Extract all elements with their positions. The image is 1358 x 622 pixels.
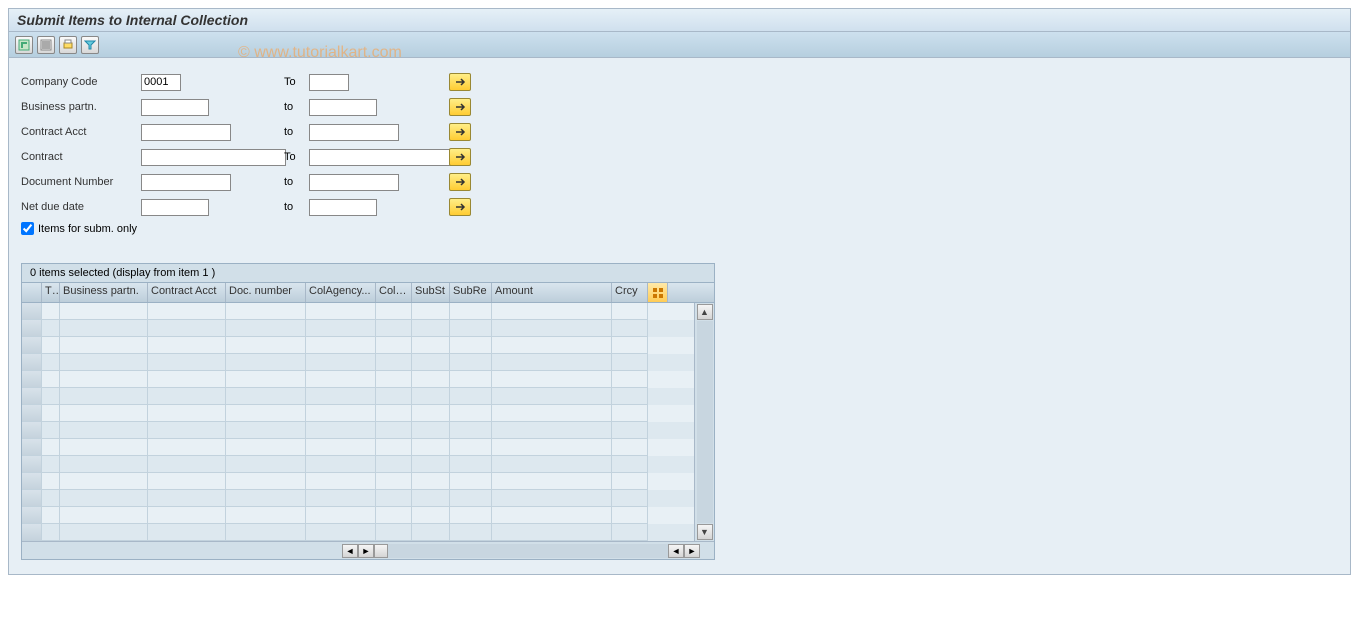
col-subre[interactable]: SubRe	[450, 283, 492, 302]
multi-select-icon[interactable]	[449, 173, 471, 191]
table-row[interactable]	[22, 371, 694, 388]
to-label: to	[284, 176, 309, 188]
selection-form: Company Code To Business partn. to Contr…	[9, 58, 1350, 574]
to-label: to	[284, 101, 309, 113]
table-row[interactable]	[22, 354, 694, 371]
table-row[interactable]	[22, 405, 694, 422]
doc-number-to-input[interactable]	[309, 174, 399, 191]
col-contract-acct[interactable]: Contract Acct	[148, 283, 226, 302]
table-row[interactable]	[22, 303, 694, 320]
company-code-label: Company Code	[21, 76, 141, 88]
table-row[interactable]	[22, 337, 694, 354]
contract-to-input[interactable]	[309, 149, 454, 166]
items-subm-checkbox[interactable]	[21, 222, 34, 235]
col-colagency[interactable]: ColAgency...	[306, 283, 376, 302]
doc-number-input[interactable]	[141, 174, 231, 191]
items-subm-label: Items for subm. only	[38, 223, 137, 235]
net-due-label: Net due date	[21, 201, 141, 213]
col-subst[interactable]: SubSt	[412, 283, 450, 302]
multi-select-icon[interactable]	[449, 73, 471, 91]
grid-config-icon[interactable]	[648, 283, 668, 302]
col-selector[interactable]	[22, 283, 42, 302]
multi-select-icon[interactable]	[449, 148, 471, 166]
table-row[interactable]	[22, 320, 694, 337]
scroll-left-icon[interactable]: ◄	[668, 544, 684, 558]
table-row[interactable]	[22, 388, 694, 405]
net-due-to-input[interactable]	[309, 199, 377, 216]
scroll-down-icon[interactable]: ▼	[697, 524, 713, 540]
filter-icon[interactable]	[81, 36, 99, 54]
table-row[interactable]	[22, 490, 694, 507]
vertical-scrollbar[interactable]: ▲ ▼	[694, 303, 714, 541]
to-label: To	[284, 76, 309, 88]
company-code-input[interactable]	[141, 74, 181, 91]
results-grid: 0 items selected (display from item 1 ) …	[21, 263, 715, 560]
scroll-left-icon[interactable]: ◄	[342, 544, 358, 558]
contract-acct-input[interactable]	[141, 124, 231, 141]
contract-acct-to-input[interactable]	[309, 124, 399, 141]
execute-icon[interactable]	[15, 36, 33, 54]
contract-input[interactable]	[141, 149, 286, 166]
grid-header: Tx Business partn. Contract Acct Doc. nu…	[22, 283, 714, 303]
contract-acct-label: Contract Acct	[21, 126, 141, 138]
table-row[interactable]	[22, 473, 694, 490]
col-tx[interactable]: Tx	[42, 283, 60, 302]
table-row[interactable]	[22, 422, 694, 439]
to-label: to	[284, 201, 309, 213]
multi-select-icon[interactable]	[449, 123, 471, 141]
table-row[interactable]	[22, 507, 694, 524]
scroll-up-icon[interactable]: ▲	[697, 304, 713, 320]
col-doc-number[interactable]: Doc. number	[226, 283, 306, 302]
business-partn-input[interactable]	[141, 99, 209, 116]
business-partn-to-input[interactable]	[309, 99, 377, 116]
to-label: To	[284, 151, 309, 163]
horizontal-scrollbar[interactable]: ◄ ► ◄ ►	[22, 541, 714, 559]
net-due-input[interactable]	[141, 199, 209, 216]
print-icon[interactable]	[59, 36, 77, 54]
scroll-right-icon[interactable]: ►	[684, 544, 700, 558]
multi-select-icon[interactable]	[449, 198, 471, 216]
table-row[interactable]	[22, 439, 694, 456]
list-icon[interactable]	[37, 36, 55, 54]
col-crcy[interactable]: Crcy	[612, 283, 648, 302]
multi-select-icon[interactable]	[449, 98, 471, 116]
business-partn-label: Business partn.	[21, 101, 141, 113]
to-label: to	[284, 126, 309, 138]
table-row[interactable]	[22, 456, 694, 473]
col-amount[interactable]: Amount	[492, 283, 612, 302]
company-code-to-input[interactable]	[309, 74, 349, 91]
col-business-partn[interactable]: Business partn.	[60, 283, 148, 302]
toolbar	[9, 32, 1350, 58]
table-row[interactable]	[22, 524, 694, 541]
doc-number-label: Document Number	[21, 176, 141, 188]
scroll-right-icon[interactable]: ►	[358, 544, 374, 558]
contract-label: Contract	[21, 151, 141, 163]
col-colitm[interactable]: ColItm	[376, 283, 412, 302]
grid-status: 0 items selected (display from item 1 )	[22, 264, 714, 283]
page-title: Submit Items to Internal Collection	[9, 9, 1350, 32]
